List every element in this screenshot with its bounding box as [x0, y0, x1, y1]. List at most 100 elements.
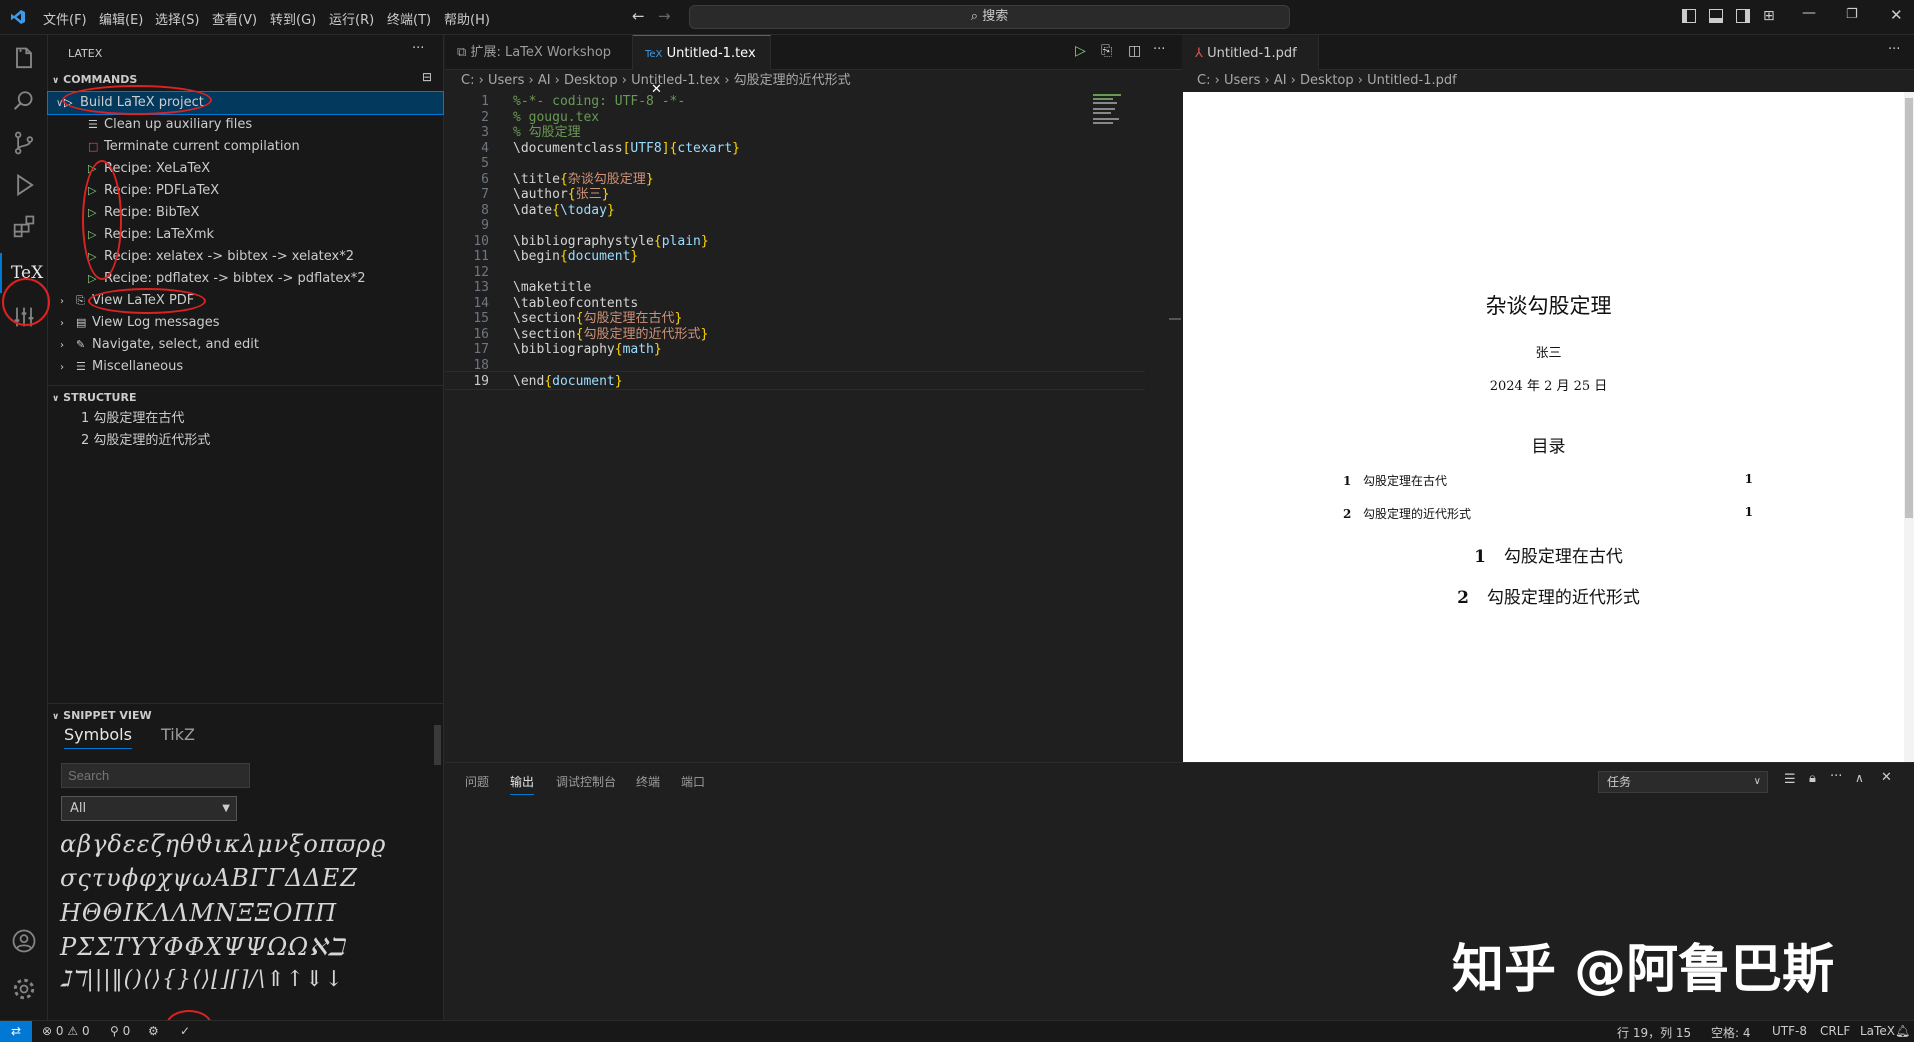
structure-item[interactable]: 1 勾股定理在古代 [48, 408, 443, 430]
command-miscellaneous[interactable]: › ☰ Miscellaneous [48, 356, 443, 378]
lock-icon[interactable]: 🔒︎ [1809, 771, 1816, 786]
pdf-toc-entry[interactable]: 1 勾股定理在古代 1 [1343, 472, 1753, 489]
build-run-icon[interactable]: ▷ [1075, 43, 1086, 59]
view-pdf-icon[interactable]: ⎘ [1101, 43, 1112, 59]
panel-tab-debug-console[interactable]: 调试控制台 [556, 773, 616, 790]
more-actions-icon[interactable]: ··· [412, 41, 424, 56]
menu-run[interactable]: 运行(R) [329, 9, 374, 28]
minimize-icon[interactable]: — [1802, 5, 1816, 21]
breadcrumb-item[interactable]: Users [488, 73, 524, 88]
manage-gear-icon[interactable] [10, 975, 38, 1003]
run-debug-icon[interactable] [10, 171, 38, 199]
pdf-toc-entry[interactable]: 2 勾股定理的近代形式 1 [1343, 505, 1753, 522]
pdf-page[interactable]: 杂谈勾股定理 张三 2024 年 2 月 25 日 目录 1 勾股定理在古代 1 … [1183, 92, 1914, 762]
pdf-scrollbar[interactable] [1904, 92, 1914, 762]
command-view-log[interactable]: › ▤ View Log messages [48, 312, 443, 334]
breadcrumb-item[interactable]: C: [461, 73, 474, 88]
more-actions-icon[interactable]: ··· [1153, 42, 1165, 57]
breadcrumb-item[interactable]: AI [1274, 73, 1287, 88]
panel-tab-output[interactable]: 输出 [510, 773, 535, 795]
encoding-status[interactable]: UTF-8 [1772, 1024, 1807, 1038]
output-channel-select[interactable]: 任务 ∨ [1598, 771, 1768, 793]
menu-edit[interactable]: 编辑(E) [99, 9, 143, 28]
build-status-icon[interactable]: ⚙ [148, 1024, 159, 1038]
customize-layout-icon[interactable]: ⊞ [1763, 8, 1775, 24]
cursor-position[interactable]: 行 19，列 15 [1617, 1024, 1691, 1041]
commands-section-header[interactable]: ∨ COMMANDS [52, 73, 137, 86]
back-arrow-icon[interactable]: ← [632, 7, 645, 25]
tab-untitled-tex[interactable]: TeX Untitled-1.tex ✕ [633, 35, 771, 97]
menu-selection[interactable]: 选择(S) [155, 9, 199, 28]
sash[interactable] [1169, 318, 1181, 320]
more-actions-icon[interactable]: ··· [1888, 42, 1900, 57]
symbol-row[interactable]: αβγδεεζηθϑικλμνξοπϖρϱ [60, 830, 386, 858]
command-navigate[interactable]: › ✎ Navigate, select, and edit [48, 334, 443, 356]
forward-arrow-icon[interactable]: → [658, 7, 671, 25]
more-actions-icon[interactable]: ··· [1830, 769, 1842, 784]
command-clean-aux[interactable]: ☰ Clean up auxiliary files [48, 114, 443, 136]
scrollbar[interactable] [434, 725, 441, 765]
close-panel-icon[interactable]: ✕ [1881, 770, 1892, 785]
breadcrumb-item[interactable]: Desktop [564, 73, 618, 88]
tab-untitled-pdf[interactable]: ⅄ Untitled-1.pdf ✕ [1183, 35, 1319, 96]
symbol-row[interactable]: σςτυϕφχψωΑΒΓΓΔΔΕΖ [60, 864, 358, 892]
menu-view[interactable]: 查看(V) [212, 9, 257, 28]
snippet-section-header[interactable]: ∨ SNIPPET VIEW [52, 709, 152, 722]
toggle-sidebar-icon[interactable] [1682, 9, 1696, 23]
structure-section-header[interactable]: ∨ STRUCTURE [52, 391, 136, 404]
extensions-icon[interactable] [10, 213, 38, 241]
breadcrumb-item[interactable]: Users [1224, 73, 1260, 88]
close-window-icon[interactable]: ✕ [1890, 6, 1903, 24]
symbol-row[interactable]: ΡΣΣΤΥΥΦΦΧΨΨΩΩℵℶ [60, 933, 345, 961]
restore-icon[interactable]: ❐ [1846, 7, 1858, 22]
indentation-status[interactable]: 空格: 4 [1711, 1024, 1751, 1041]
notifications-bell-icon[interactable]: 🔔︎ [1895, 1024, 1910, 1038]
eol-status[interactable]: CRLF [1820, 1024, 1850, 1038]
panel-tab-problems[interactable]: 问题 [465, 773, 489, 790]
breadcrumb-item[interactable]: Desktop [1300, 73, 1354, 88]
search-view-icon[interactable] [10, 87, 38, 115]
menu-help[interactable]: 帮助(H) [444, 9, 490, 28]
split-editor-icon[interactable]: ◫ [1128, 43, 1141, 59]
minimap[interactable] [1093, 92, 1133, 132]
breadcrumb-item[interactable]: C: [1197, 73, 1210, 88]
toggle-secondary-sidebar-icon[interactable] [1736, 9, 1750, 23]
command-center-search[interactable]: ⌕ 搜索 [689, 5, 1290, 29]
remote-icon[interactable]: ⇄ [0, 1021, 32, 1042]
ports-status[interactable]: ⚲ 0 [110, 1024, 130, 1038]
toggle-panel-icon[interactable] [1709, 9, 1723, 23]
problems-status[interactable]: ⊗ 0 ⚠ 0 [42, 1024, 90, 1038]
breadcrumb-item[interactable]: 勾股定理的近代形式 [734, 73, 851, 88]
tab-symbols[interactable]: Symbols [64, 725, 132, 749]
chevron-down-icon: ∨ [52, 394, 60, 404]
panel-tab-terminal[interactable]: 终端 [636, 773, 660, 790]
code-editor[interactable]: 1 %-*- coding: UTF-8 -*- 2% gougu.tex 3% 勾股… [445, 92, 1182, 762]
structure-item[interactable]: 2 勾股定理的近代形式 [48, 430, 443, 452]
explorer-icon[interactable] [10, 45, 38, 73]
breadcrumb-item[interactable]: Untitled-1.tex [631, 73, 720, 88]
code-line[interactable]: 19 \end{document} [445, 371, 1145, 390]
account-icon[interactable] [10, 927, 38, 955]
snippet-search-input[interactable] [61, 763, 250, 788]
snippet-filter-select[interactable]: All ▼ [61, 796, 237, 821]
chevron-down-icon: ∨ [56, 98, 64, 109]
collapse-all-icon[interactable]: ⊟ [422, 70, 432, 84]
command-terminate[interactable]: □ Terminate current compilation [48, 136, 443, 158]
source-control-icon[interactable] [10, 129, 38, 157]
language-status[interactable]: LaTeX [1860, 1024, 1895, 1038]
menu-terminal[interactable]: 终端(T) [387, 9, 431, 28]
breadcrumb-item[interactable]: AI [538, 73, 551, 88]
clear-output-icon[interactable]: ☰ [1784, 772, 1796, 787]
tab-extension-latex-workshop[interactable]: ⧉ 扩展: LaTeX Workshop [445, 35, 633, 70]
symbol-row[interactable]: ℷℸ|||‖()⟨⟩{}⟨⟩⌊⌋⌈⌉/\⇑↑⇓↓ [60, 967, 344, 992]
breadcrumb-item[interactable]: Untitled-1.pdf [1367, 73, 1457, 88]
check-icon[interactable]: ✓ [180, 1024, 190, 1038]
tab-tikz[interactable]: TikZ [161, 725, 195, 744]
ports-icon: ⚲ [110, 1024, 119, 1038]
menu-go[interactable]: 转到(G) [270, 9, 316, 28]
panel-tab-ports[interactable]: 端口 [681, 773, 705, 790]
symbol-row[interactable]: ΗΘΘΙΚΛΛΜΝΞΞΟΠΠ [60, 899, 337, 927]
maximize-panel-icon[interactable]: ∧ [1855, 771, 1864, 785]
search-label: 搜索 [982, 9, 1009, 24]
menu-file[interactable]: 文件(F) [43, 9, 87, 28]
